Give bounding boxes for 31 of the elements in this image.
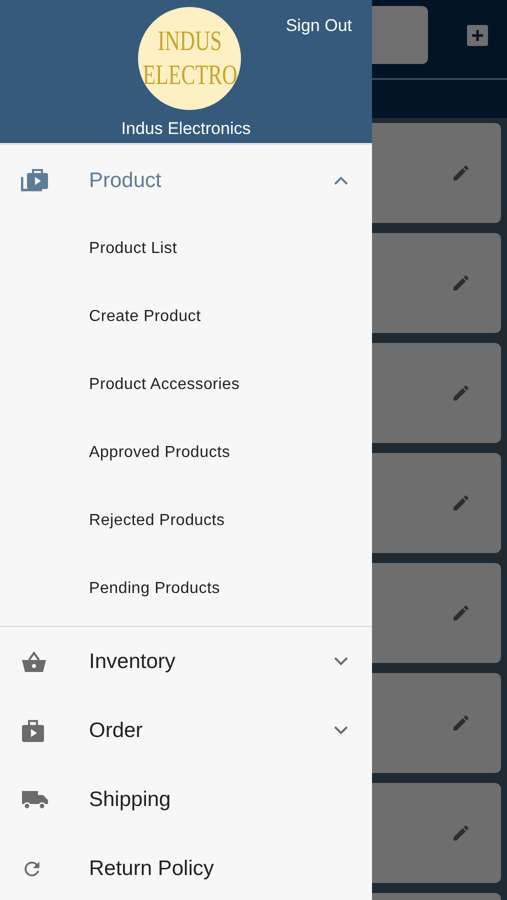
chevron-down-icon[interactable] bbox=[334, 657, 348, 666]
edit-icon[interactable] bbox=[451, 273, 471, 293]
menu-item[interactable]: Inventory bbox=[0, 627, 372, 696]
submenu-item[interactable]: Pending Products bbox=[0, 555, 372, 623]
truck-icon bbox=[21, 790, 49, 810]
company-name: Indus Electronics bbox=[120, 118, 252, 140]
edit-icon[interactable] bbox=[451, 163, 471, 183]
menu-item[interactable]: Shipping bbox=[0, 765, 372, 834]
submenu-item[interactable]: Product Accessories bbox=[0, 351, 372, 419]
menu-item[interactable]: Product bbox=[0, 146, 372, 215]
submenu-item[interactable]: Approved Products bbox=[0, 419, 372, 487]
chevron-up-icon[interactable] bbox=[334, 176, 348, 185]
edit-icon[interactable] bbox=[451, 603, 471, 623]
submenu-item[interactable]: Rejected Products bbox=[0, 487, 372, 555]
logo-text: ELECTRO bbox=[142, 58, 237, 92]
edit-icon[interactable] bbox=[451, 713, 471, 733]
edit-icon[interactable] bbox=[451, 383, 471, 403]
edit-icon[interactable] bbox=[451, 493, 471, 513]
edit-icon[interactable] bbox=[451, 823, 471, 843]
chevron-down-icon[interactable] bbox=[334, 726, 348, 735]
briefcase-play-icon bbox=[21, 168, 49, 194]
menu-item[interactable]: Order bbox=[0, 696, 372, 765]
menu-item[interactable]: Return Policy bbox=[0, 834, 372, 900]
submenu-item[interactable]: Product List bbox=[0, 215, 372, 283]
logo-text: INDUS bbox=[157, 24, 222, 58]
sign-out-button[interactable]: Sign Out bbox=[286, 13, 352, 38]
basket-icon bbox=[21, 650, 47, 674]
submenu-item[interactable]: Create Product bbox=[0, 283, 372, 351]
search-field[interactable] bbox=[372, 6, 428, 64]
add-icon[interactable] bbox=[467, 25, 488, 46]
briefcase-play-icon bbox=[21, 718, 45, 742]
